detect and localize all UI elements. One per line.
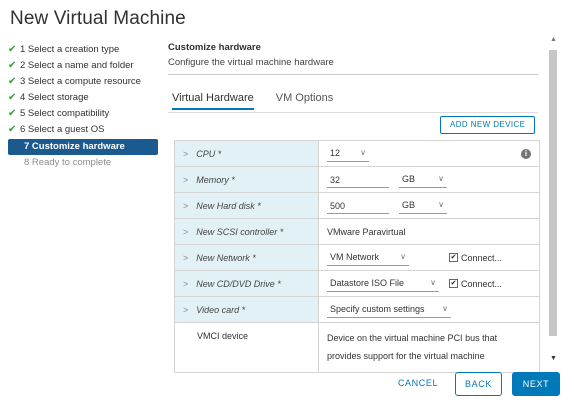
tab-bar: Virtual Hardware VM Options (172, 92, 333, 110)
chevron-right-icon[interactable]: > (183, 227, 188, 237)
row-label[interactable]: > New SCSI controller * (175, 219, 319, 244)
hardware-row-network: > New Network * VM Network ∨ ✔ Connect... (175, 245, 539, 271)
row-label[interactable]: > New Hard disk * (175, 193, 319, 218)
tabs-divider (168, 112, 538, 113)
add-new-device-button[interactable]: ADD NEW DEVICE (440, 116, 536, 134)
checkmark-icon: ✔ (8, 108, 17, 119)
cd-dvd-select[interactable]: Datastore ISO File ∨ (327, 276, 439, 292)
cpu-select[interactable]: 12 ∨ (327, 146, 369, 162)
window-title: New Virtual Machine (10, 8, 186, 29)
hardware-grid: > CPU * 12 ∨ i > Memory * 32 GB ∨ > New Hard … (174, 140, 540, 373)
hardware-row-scsi: > New SCSI controller * VMware Paravirtua… (175, 219, 539, 245)
section-subtitle: Configure the virtual machine hardware (168, 57, 334, 68)
row-value: 32 GB ∨ (319, 167, 539, 192)
chevron-right-icon[interactable]: > (183, 253, 188, 263)
back-button[interactable]: BACK (455, 372, 502, 396)
checkmark-icon: ✔ (8, 44, 17, 55)
chevron-down-icon: ∨ (400, 252, 406, 261)
hardware-row-video-card: > Video card * Specify custom settings ∨ (175, 297, 539, 323)
row-value: 500 GB ∨ (319, 193, 539, 218)
tab-vm-options[interactable]: VM Options (276, 92, 333, 110)
hard-disk-unit-select[interactable]: GB ∨ (399, 198, 447, 214)
section-title: Customize hardware (168, 42, 261, 53)
divider (168, 74, 538, 75)
chevron-down-icon: ∨ (430, 278, 436, 287)
next-button[interactable]: NEXT (512, 372, 560, 396)
scroll-down-icon[interactable]: ▼ (550, 355, 557, 362)
step-4[interactable]: ✔ 4 Select storage (8, 90, 158, 106)
checkmark-icon: ✔ (8, 92, 17, 103)
hardware-row-hard-disk: > New Hard disk * 500 GB ∨ (175, 193, 539, 219)
scrollbar-thumb[interactable] (549, 50, 557, 336)
vmci-description-line: Device on the virtual machine PCI bus th… (327, 333, 498, 343)
hard-disk-input[interactable]: 500 (327, 198, 389, 214)
chevron-right-icon[interactable]: > (183, 305, 188, 315)
step-2[interactable]: ✔ 2 Select a name and folder (8, 58, 158, 74)
wizard-steps: ✔ 1 Select a creation type ✔ 2 Select a na… (8, 42, 158, 171)
main-panel: Customize hardware Configure the virtual… (168, 42, 540, 134)
chevron-down-icon: ∨ (438, 174, 444, 183)
memory-input[interactable]: 32 (327, 172, 389, 188)
checkmark-icon: ✔ (8, 60, 17, 71)
row-label[interactable]: > CPU * (175, 141, 319, 166)
hardware-row-memory: > Memory * 32 GB ∨ (175, 167, 539, 193)
row-value: VMware Paravirtual (319, 219, 539, 244)
cancel-button[interactable]: CANCEL (392, 372, 444, 396)
step-1[interactable]: ✔ 1 Select a creation type (8, 42, 158, 58)
chevron-down-icon: ∨ (438, 200, 444, 209)
chevron-right-icon[interactable]: > (183, 175, 188, 185)
scsi-value: VMware Paravirtual (327, 226, 406, 237)
chevron-down-icon: ∨ (442, 304, 448, 313)
row-value: Datastore ISO File ∨ ✔ Connect... (319, 271, 539, 296)
scrollbar[interactable]: ▲ ▼ (548, 34, 558, 366)
row-value: VM Network ∨ ✔ Connect... (319, 245, 539, 270)
checkmark-icon: ✔ (449, 279, 458, 288)
video-card-select[interactable]: Specify custom settings ∨ (327, 302, 451, 318)
hardware-row-cpu: > CPU * 12 ∨ i (175, 141, 539, 167)
chevron-right-icon[interactable]: > (183, 149, 188, 159)
checkmark-icon: ✔ (449, 253, 458, 262)
hardware-row-vmci: VMCI device Device on the virtual machin… (175, 323, 539, 373)
network-select[interactable]: VM Network ∨ (327, 250, 409, 266)
row-value: 12 ∨ i (319, 141, 539, 166)
row-value: Specify custom settings ∨ (319, 297, 539, 322)
network-connect-checkbox[interactable]: ✔ Connect... (449, 253, 502, 263)
checkmark-icon: ✔ (8, 124, 17, 135)
chevron-right-icon[interactable]: > (183, 201, 188, 211)
chevron-right-icon[interactable]: > (183, 279, 188, 289)
checkmark-icon: ✔ (8, 76, 17, 87)
chevron-down-icon: ∨ (360, 148, 366, 157)
step-5[interactable]: ✔ 5 Select compatibility (8, 106, 158, 122)
row-label[interactable]: > Video card * (175, 297, 319, 322)
hardware-row-cd-dvd: > New CD/DVD Drive * Datastore ISO File ∨ … (175, 271, 539, 297)
step-6[interactable]: ✔ 6 Select a guest OS (8, 122, 158, 138)
row-label[interactable]: > Memory * (175, 167, 319, 192)
step-3[interactable]: ✔ 3 Select a compute resource (8, 74, 158, 90)
scroll-up-icon[interactable]: ▲ (550, 36, 557, 43)
row-label: VMCI device (175, 323, 319, 372)
row-label[interactable]: > New Network * (175, 245, 319, 270)
cd-dvd-connect-checkbox[interactable]: ✔ Connect... (449, 279, 502, 289)
memory-unit-select[interactable]: GB ∨ (399, 172, 447, 188)
step-8: 8 Ready to complete (24, 157, 112, 168)
row-label[interactable]: > New CD/DVD Drive * (175, 271, 319, 296)
vmci-description-line: provides support for the virtual machine (327, 351, 485, 361)
info-icon[interactable]: i (521, 148, 531, 159)
row-value: Device on the virtual machine PCI bus th… (319, 323, 539, 372)
tab-virtual-hardware[interactable]: Virtual Hardware (172, 92, 254, 110)
step-7-active[interactable]: 7 Customize hardware (8, 139, 158, 155)
